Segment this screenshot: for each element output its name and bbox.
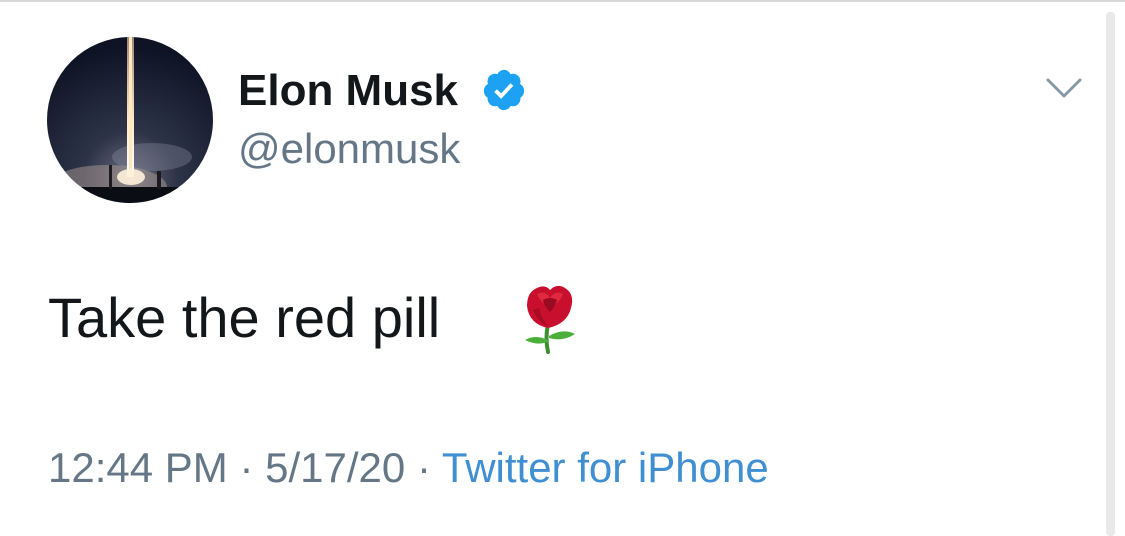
- author-name[interactable]: Elon Musk: [238, 64, 458, 118]
- meta-separator: ·: [416, 444, 431, 491]
- tweet-source-link[interactable]: Twitter for iPhone: [442, 444, 769, 491]
- author-handle[interactable]: @elonmusk: [238, 123, 460, 175]
- tweet-date[interactable]: 5/17/20: [265, 444, 405, 491]
- scrollbar[interactable]: [1106, 12, 1115, 536]
- meta-separator: ·: [239, 444, 254, 491]
- tweet-text: Take the red pill: [48, 286, 441, 349]
- tweet-time[interactable]: 12:44 PM: [48, 444, 228, 491]
- tweet-detail-view: Elon Musk @elonmusk Take the red pill 12…: [0, 0, 1125, 536]
- chevron-down-icon[interactable]: [1044, 76, 1084, 102]
- verified-badge-icon: [481, 67, 527, 113]
- tweet-meta: 12:44 PM · 5/17/20 · Twitter for iPhone: [48, 442, 769, 494]
- top-divider: [0, 0, 1125, 2]
- rose-emoji: [515, 280, 585, 354]
- avatar[interactable]: [47, 37, 213, 203]
